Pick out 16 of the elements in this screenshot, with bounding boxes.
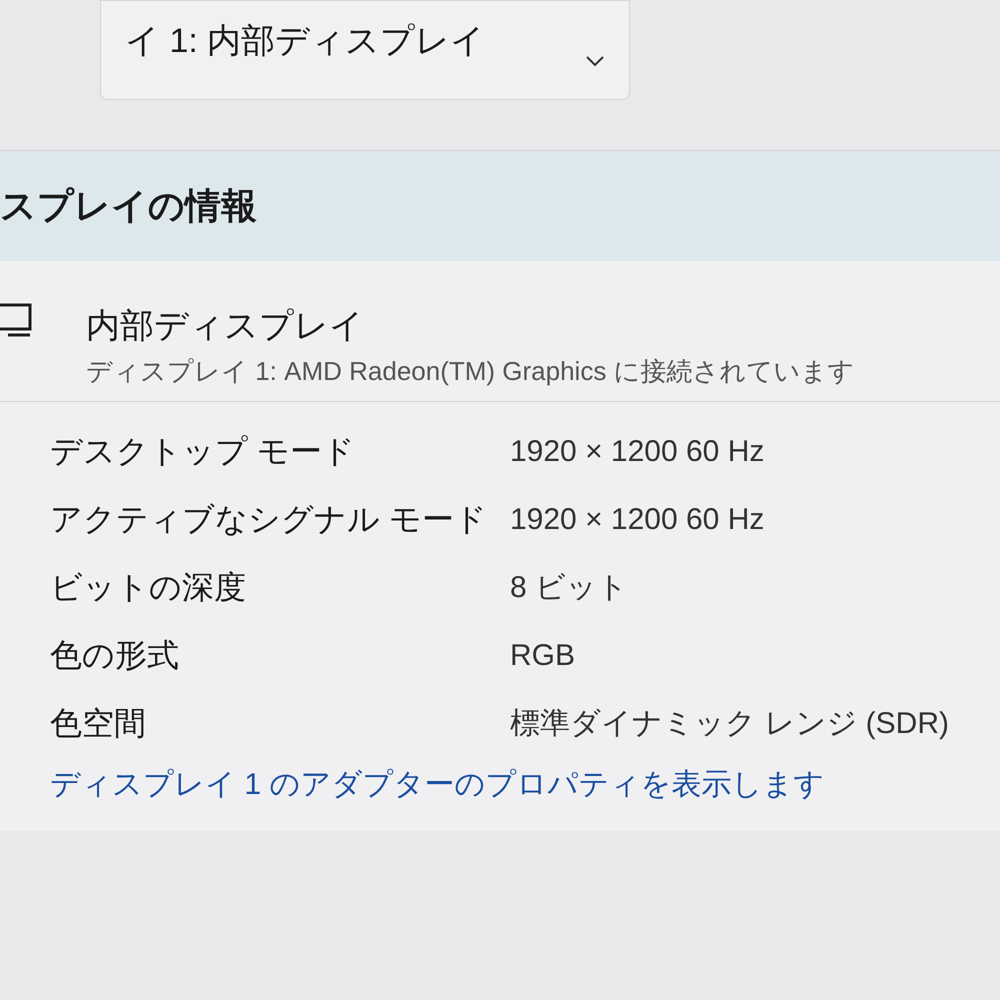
property-value: 標準ダイナミック レンジ (SDR) (510, 706, 949, 742)
adapter-properties-link[interactable]: ディスプレイ 1 のアダプターのプロパティを表示します (50, 762, 1000, 831)
property-value: 1920 × 1200 60 Hz (510, 502, 764, 538)
display-dropdown[interactable]: イ 1: 内部ディスプレイ (100, 0, 630, 100)
property-label: 色の形式 (50, 636, 180, 675)
chevron-down-icon (585, 55, 605, 67)
property-value: 1920 × 1200 60 Hz (510, 434, 764, 470)
property-value: RGB (510, 638, 576, 674)
property-label: 色空間 (50, 704, 147, 743)
property-value: 8 ビット (510, 570, 628, 606)
property-label: アクティブなシグナル モード (50, 500, 488, 539)
property-label: ビットの深度 (50, 568, 247, 607)
connection-text: ディスプレイ 1: AMD Radeon(TM) Graphics に接続されています (86, 355, 855, 388)
display-name: 内部ディスプレイ (86, 306, 365, 347)
section-title: スプレイの情報 (0, 184, 257, 228)
property-label: デスクトップ モード (50, 432, 356, 471)
